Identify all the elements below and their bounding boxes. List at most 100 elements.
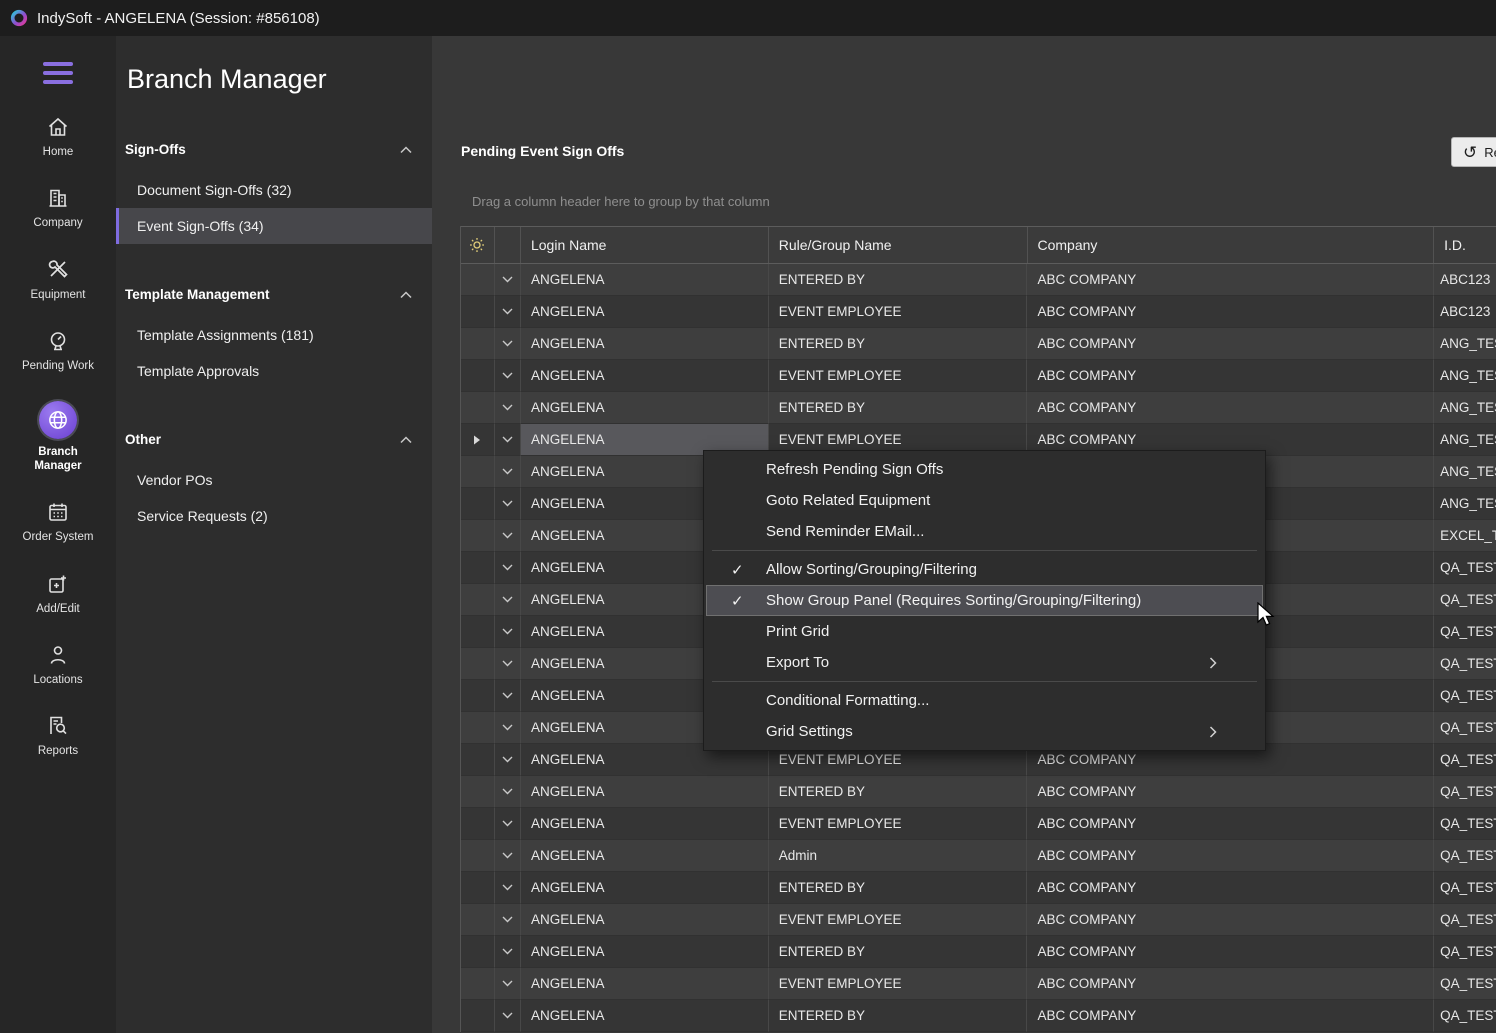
cell-login-name[interactable]: ANGELENA <box>521 968 769 1000</box>
row-expand-button[interactable] <box>495 328 521 360</box>
cell-id[interactable]: ANG_TES <box>1434 328 1496 360</box>
row-expand-button[interactable] <box>495 488 521 520</box>
table-row[interactable]: ANGELENAEVENT EMPLOYEEABC COMPANYQA_TEST <box>461 904 1496 936</box>
table-row[interactable]: ANGELENAENTERED BYABC COMPANYQA_TEST <box>461 776 1496 808</box>
sidebar-item-company[interactable]: Company <box>14 173 102 244</box>
row-expand-button[interactable] <box>495 424 521 456</box>
panel-item-service-requests[interactable]: Service Requests (2) <box>116 498 432 534</box>
cell-rule-group-name[interactable]: EVENT EMPLOYEE <box>769 360 1028 392</box>
cell-id[interactable]: QA_TEST <box>1434 904 1496 936</box>
cell-rule-group-name[interactable]: ENTERED BY <box>769 264 1028 296</box>
row-expand-button[interactable] <box>495 648 521 680</box>
row-expand-button[interactable] <box>495 808 521 840</box>
menu-item-refresh-pending-sign-offs[interactable]: Refresh Pending Sign Offs <box>706 454 1263 485</box>
cell-login-name[interactable]: ANGELENA <box>521 872 769 904</box>
row-expand-button[interactable] <box>495 744 521 776</box>
cell-company[interactable]: ABC COMPANY <box>1027 808 1434 840</box>
table-row[interactable]: ANGELENAAdminABC COMPANYQA_TEST <box>461 840 1496 872</box>
cell-login-name[interactable]: ANGELENA <box>521 808 769 840</box>
panel-item-template-approvals[interactable]: Template Approvals <box>116 353 432 389</box>
cell-rule-group-name[interactable]: EVENT EMPLOYEE <box>769 296 1028 328</box>
table-row[interactable]: ANGELENAENTERED BYABC COMPANYANG_TES <box>461 392 1496 424</box>
column-header-login-name[interactable]: Login Name <box>521 227 769 263</box>
cell-id[interactable]: ABC123 <box>1434 296 1496 328</box>
row-expand-button[interactable] <box>495 584 521 616</box>
cell-rule-group-name[interactable]: ENTERED BY <box>769 1000 1028 1032</box>
sidebar-item-equipment[interactable]: Equipment <box>14 245 102 316</box>
sidebar-item-branch-manager[interactable]: Branch Manager <box>14 388 102 488</box>
cell-login-name[interactable]: ANGELENA <box>521 904 769 936</box>
cell-rule-group-name[interactable]: ENTERED BY <box>769 872 1028 904</box>
cell-id[interactable]: ANG_TES <box>1434 456 1496 488</box>
cell-company[interactable]: ABC COMPANY <box>1027 872 1434 904</box>
row-expand-button[interactable] <box>495 872 521 904</box>
cell-login-name[interactable]: ANGELENA <box>521 392 769 424</box>
cell-id[interactable]: QA_TEST <box>1434 680 1496 712</box>
cell-login-name[interactable]: ANGELENA <box>521 936 769 968</box>
section-header-sign-offs[interactable]: Sign-Offs <box>116 139 432 159</box>
table-row[interactable]: ANGELENAEVENT EMPLOYEEABC COMPANYANG_TES <box>461 360 1496 392</box>
row-expand-button[interactable] <box>495 840 521 872</box>
sidebar-item-pending-work[interactable]: Pending Work <box>14 316 102 387</box>
row-expand-button[interactable] <box>495 1000 521 1032</box>
cell-id[interactable]: ANG_TES <box>1434 392 1496 424</box>
menu-item-goto-related-equipment[interactable]: Goto Related Equipment <box>706 485 1263 516</box>
table-row[interactable]: ANGELENAENTERED BYABC COMPANYQA_TEST <box>461 1000 1496 1032</box>
cell-login-name[interactable]: ANGELENA <box>521 840 769 872</box>
hamburger-menu-icon[interactable] <box>43 62 73 84</box>
cell-rule-group-name[interactable]: EVENT EMPLOYEE <box>769 904 1028 936</box>
cell-company[interactable]: ABC COMPANY <box>1027 264 1434 296</box>
row-expand-button[interactable] <box>495 680 521 712</box>
panel-item-document-sign-offs[interactable]: Document Sign-Offs (32) <box>116 172 432 208</box>
column-header-rule-group-name[interactable]: Rule/Group Name <box>769 227 1028 263</box>
section-header-other[interactable]: Other <box>116 429 432 449</box>
cell-login-name[interactable]: ANGELENA <box>521 1000 769 1032</box>
row-expand-button[interactable] <box>495 392 521 424</box>
cell-rule-group-name[interactable]: Admin <box>769 840 1028 872</box>
cell-company[interactable]: ABC COMPANY <box>1027 968 1434 1000</box>
panel-item-template-assignments[interactable]: Template Assignments (181) <box>116 317 432 353</box>
cell-company[interactable]: ABC COMPANY <box>1027 328 1434 360</box>
menu-item-allow-sorting-grouping-filtering[interactable]: ✓Allow Sorting/Grouping/Filtering <box>706 554 1263 585</box>
sidebar-item-home[interactable]: Home <box>14 102 102 173</box>
cell-id[interactable]: QA_TEST <box>1434 616 1496 648</box>
cell-id[interactable]: QA_TEST <box>1434 872 1496 904</box>
cell-rule-group-name[interactable]: EVENT EMPLOYEE <box>769 808 1028 840</box>
cell-login-name[interactable]: ANGELENA <box>521 264 769 296</box>
cell-company[interactable]: ABC COMPANY <box>1027 936 1434 968</box>
row-expand-button[interactable] <box>495 456 521 488</box>
row-expand-button[interactable] <box>495 360 521 392</box>
cell-login-name[interactable]: ANGELENA <box>521 360 769 392</box>
table-row[interactable]: ANGELENAENTERED BYABC COMPANYQA_TEST <box>461 936 1496 968</box>
cell-id[interactable]: QA_TEST <box>1434 552 1496 584</box>
sidebar-item-order-system[interactable]: Order System <box>14 487 102 558</box>
table-row[interactable]: ANGELENAENTERED BYABC COMPANYQA_TEST <box>461 872 1496 904</box>
row-expand-button[interactable] <box>495 936 521 968</box>
cell-id[interactable]: QA_TEST <box>1434 712 1496 744</box>
cell-id[interactable]: QA_TEST <box>1434 936 1496 968</box>
cell-id[interactable]: QA_TEST <box>1434 808 1496 840</box>
row-expand-button[interactable] <box>495 712 521 744</box>
table-row[interactable]: ANGELENAEVENT EMPLOYEEABC COMPANYQA_TEST <box>461 968 1496 1000</box>
row-expand-button[interactable] <box>495 616 521 648</box>
cell-id[interactable]: ANG_TES <box>1434 360 1496 392</box>
cell-company[interactable]: ABC COMPANY <box>1027 776 1434 808</box>
panel-item-event-sign-offs[interactable]: Event Sign-Offs (34) <box>116 208 432 244</box>
cell-login-name[interactable]: ANGELENA <box>521 296 769 328</box>
table-row[interactable]: ANGELENAEVENT EMPLOYEEABC COMPANYQA_TEST <box>461 808 1496 840</box>
row-expand-button[interactable] <box>495 264 521 296</box>
row-expand-button[interactable] <box>495 968 521 1000</box>
cell-login-name[interactable]: ANGELENA <box>521 328 769 360</box>
row-expand-button[interactable] <box>495 904 521 936</box>
cell-id[interactable]: ANG_TES <box>1434 488 1496 520</box>
cell-id[interactable]: ABC123 <box>1434 264 1496 296</box>
cell-company[interactable]: ABC COMPANY <box>1027 296 1434 328</box>
menu-item-conditional-formatting[interactable]: Conditional Formatting... <box>706 685 1263 716</box>
table-row[interactable]: ANGELENAENTERED BYABC COMPANYANG_TES <box>461 328 1496 360</box>
row-expand-button[interactable] <box>495 552 521 584</box>
cell-id[interactable]: QA_TEST <box>1434 968 1496 1000</box>
row-expand-button[interactable] <box>495 296 521 328</box>
menu-item-export-to[interactable]: Export To <box>706 647 1263 678</box>
sidebar-item-add-edit[interactable]: Add/Edit <box>14 559 102 630</box>
cell-id[interactable]: QA_TEST <box>1434 776 1496 808</box>
